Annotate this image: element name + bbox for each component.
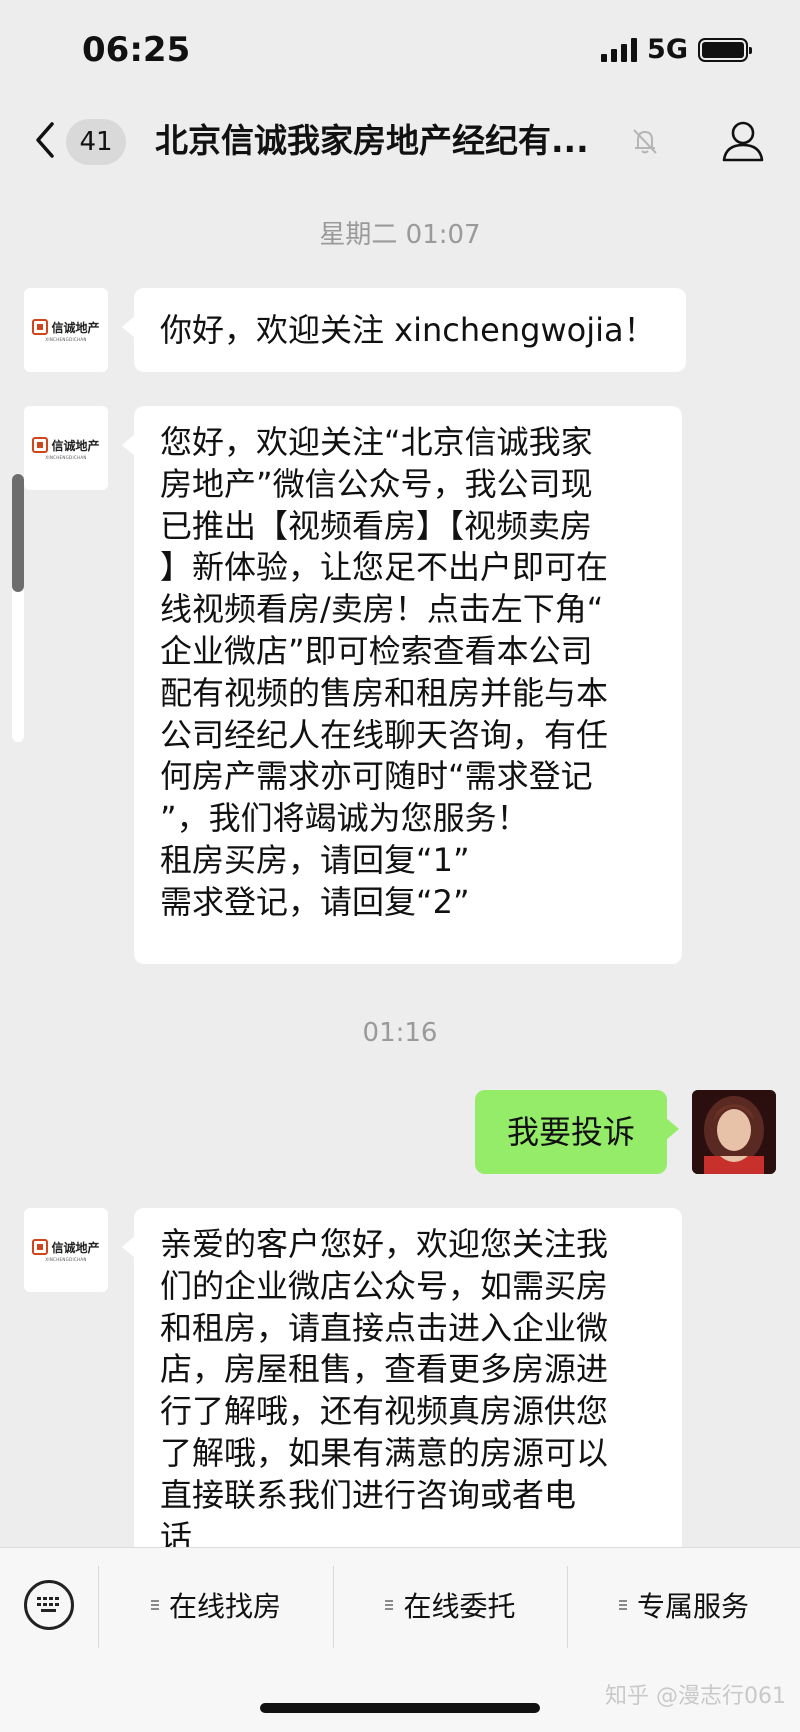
timestamp: 星期二 01:07	[319, 220, 481, 250]
mute-bell-icon	[633, 129, 657, 154]
profile-icon[interactable]	[720, 118, 766, 164]
company-logo-sub: XINCHENGDICHAN	[45, 336, 87, 342]
message-text: 您好，欢迎关注“北京信诚我家 房地产”微信公众号，我公司现 已推出【视频看房】【…	[160, 423, 609, 921]
status-indicators: 5G	[601, 34, 752, 65]
unread-count-badge[interactable]: 41	[66, 119, 126, 165]
keyboard-icon	[37, 1597, 59, 1612]
menu-item-label: 在线委托	[403, 1590, 516, 1623]
chat-title: 北京信诚我家房地产经纪有...	[155, 121, 589, 160]
company-logo-icon	[32, 1239, 49, 1255]
user-avatar[interactable]	[692, 1090, 776, 1174]
signal-icon	[601, 37, 638, 62]
scrollbar-thumb[interactable]	[12, 474, 24, 592]
menu-item-find-house[interactable]: 在线找房	[99, 1580, 333, 1630]
company-avatar[interactable]: 信诚地产 XINCHENGDICHAN	[24, 406, 108, 490]
message-bubble[interactable]: 你好，欢迎关注 xinchengwojia！	[122, 288, 686, 372]
menu-item-label: 在线找房	[168, 1590, 281, 1623]
scrollbar[interactable]	[12, 474, 24, 742]
keyboard-toggle-button[interactable]	[24, 1580, 74, 1630]
company-logo-icon	[32, 319, 49, 335]
back-icon[interactable]	[30, 118, 60, 162]
menu-lines-icon	[150, 1600, 159, 1610]
menu-lines-icon	[618, 1600, 627, 1610]
company-logo-sub: XINCHENGDICHAN	[45, 1256, 87, 1262]
watermark: 知乎 @漫志行061	[605, 1684, 786, 1709]
home-indicator[interactable]	[260, 1703, 540, 1713]
company-avatar[interactable]: 信诚地产 XINCHENGDICHAN	[24, 288, 108, 372]
message-bubble[interactable]: 您好，欢迎关注“北京信诚我家 房地产”微信公众号，我公司现 已推出【视频看房】【…	[122, 406, 682, 964]
message-text: 我要投诉	[506, 1113, 635, 1151]
timestamp: 01:16	[362, 1018, 438, 1048]
status-time: 06:25	[82, 30, 191, 70]
menu-lines-icon	[385, 1600, 394, 1610]
company-logo-text: 信诚地产	[51, 438, 100, 453]
user-photo	[692, 1090, 776, 1174]
menu-item-online-commission[interactable]: 在线委托	[334, 1580, 567, 1630]
company-logo-sub: XINCHENGDICHAN	[45, 454, 87, 460]
message-text: 你好，欢迎关注 xinchengwojia！	[160, 311, 656, 349]
menu-item-label: 专属服务	[636, 1590, 749, 1623]
message-text: 亲爱的客户您好，欢迎您关注我 们的企业微店公众号，如需买房 和租房，请直接点击进…	[160, 1225, 609, 1556]
message-bubble-self[interactable]: 我要投诉	[475, 1090, 679, 1174]
network-type: 5G	[647, 34, 688, 65]
company-avatar[interactable]: 信诚地产 XINCHENGDICHAN	[24, 1208, 108, 1292]
company-logo-text: 信诚地产	[51, 320, 100, 335]
company-logo-icon	[32, 437, 49, 453]
menu-item-exclusive-service[interactable]: 专属服务	[568, 1580, 800, 1630]
battery-icon	[698, 37, 752, 62]
company-logo-text: 信诚地产	[51, 1240, 100, 1255]
